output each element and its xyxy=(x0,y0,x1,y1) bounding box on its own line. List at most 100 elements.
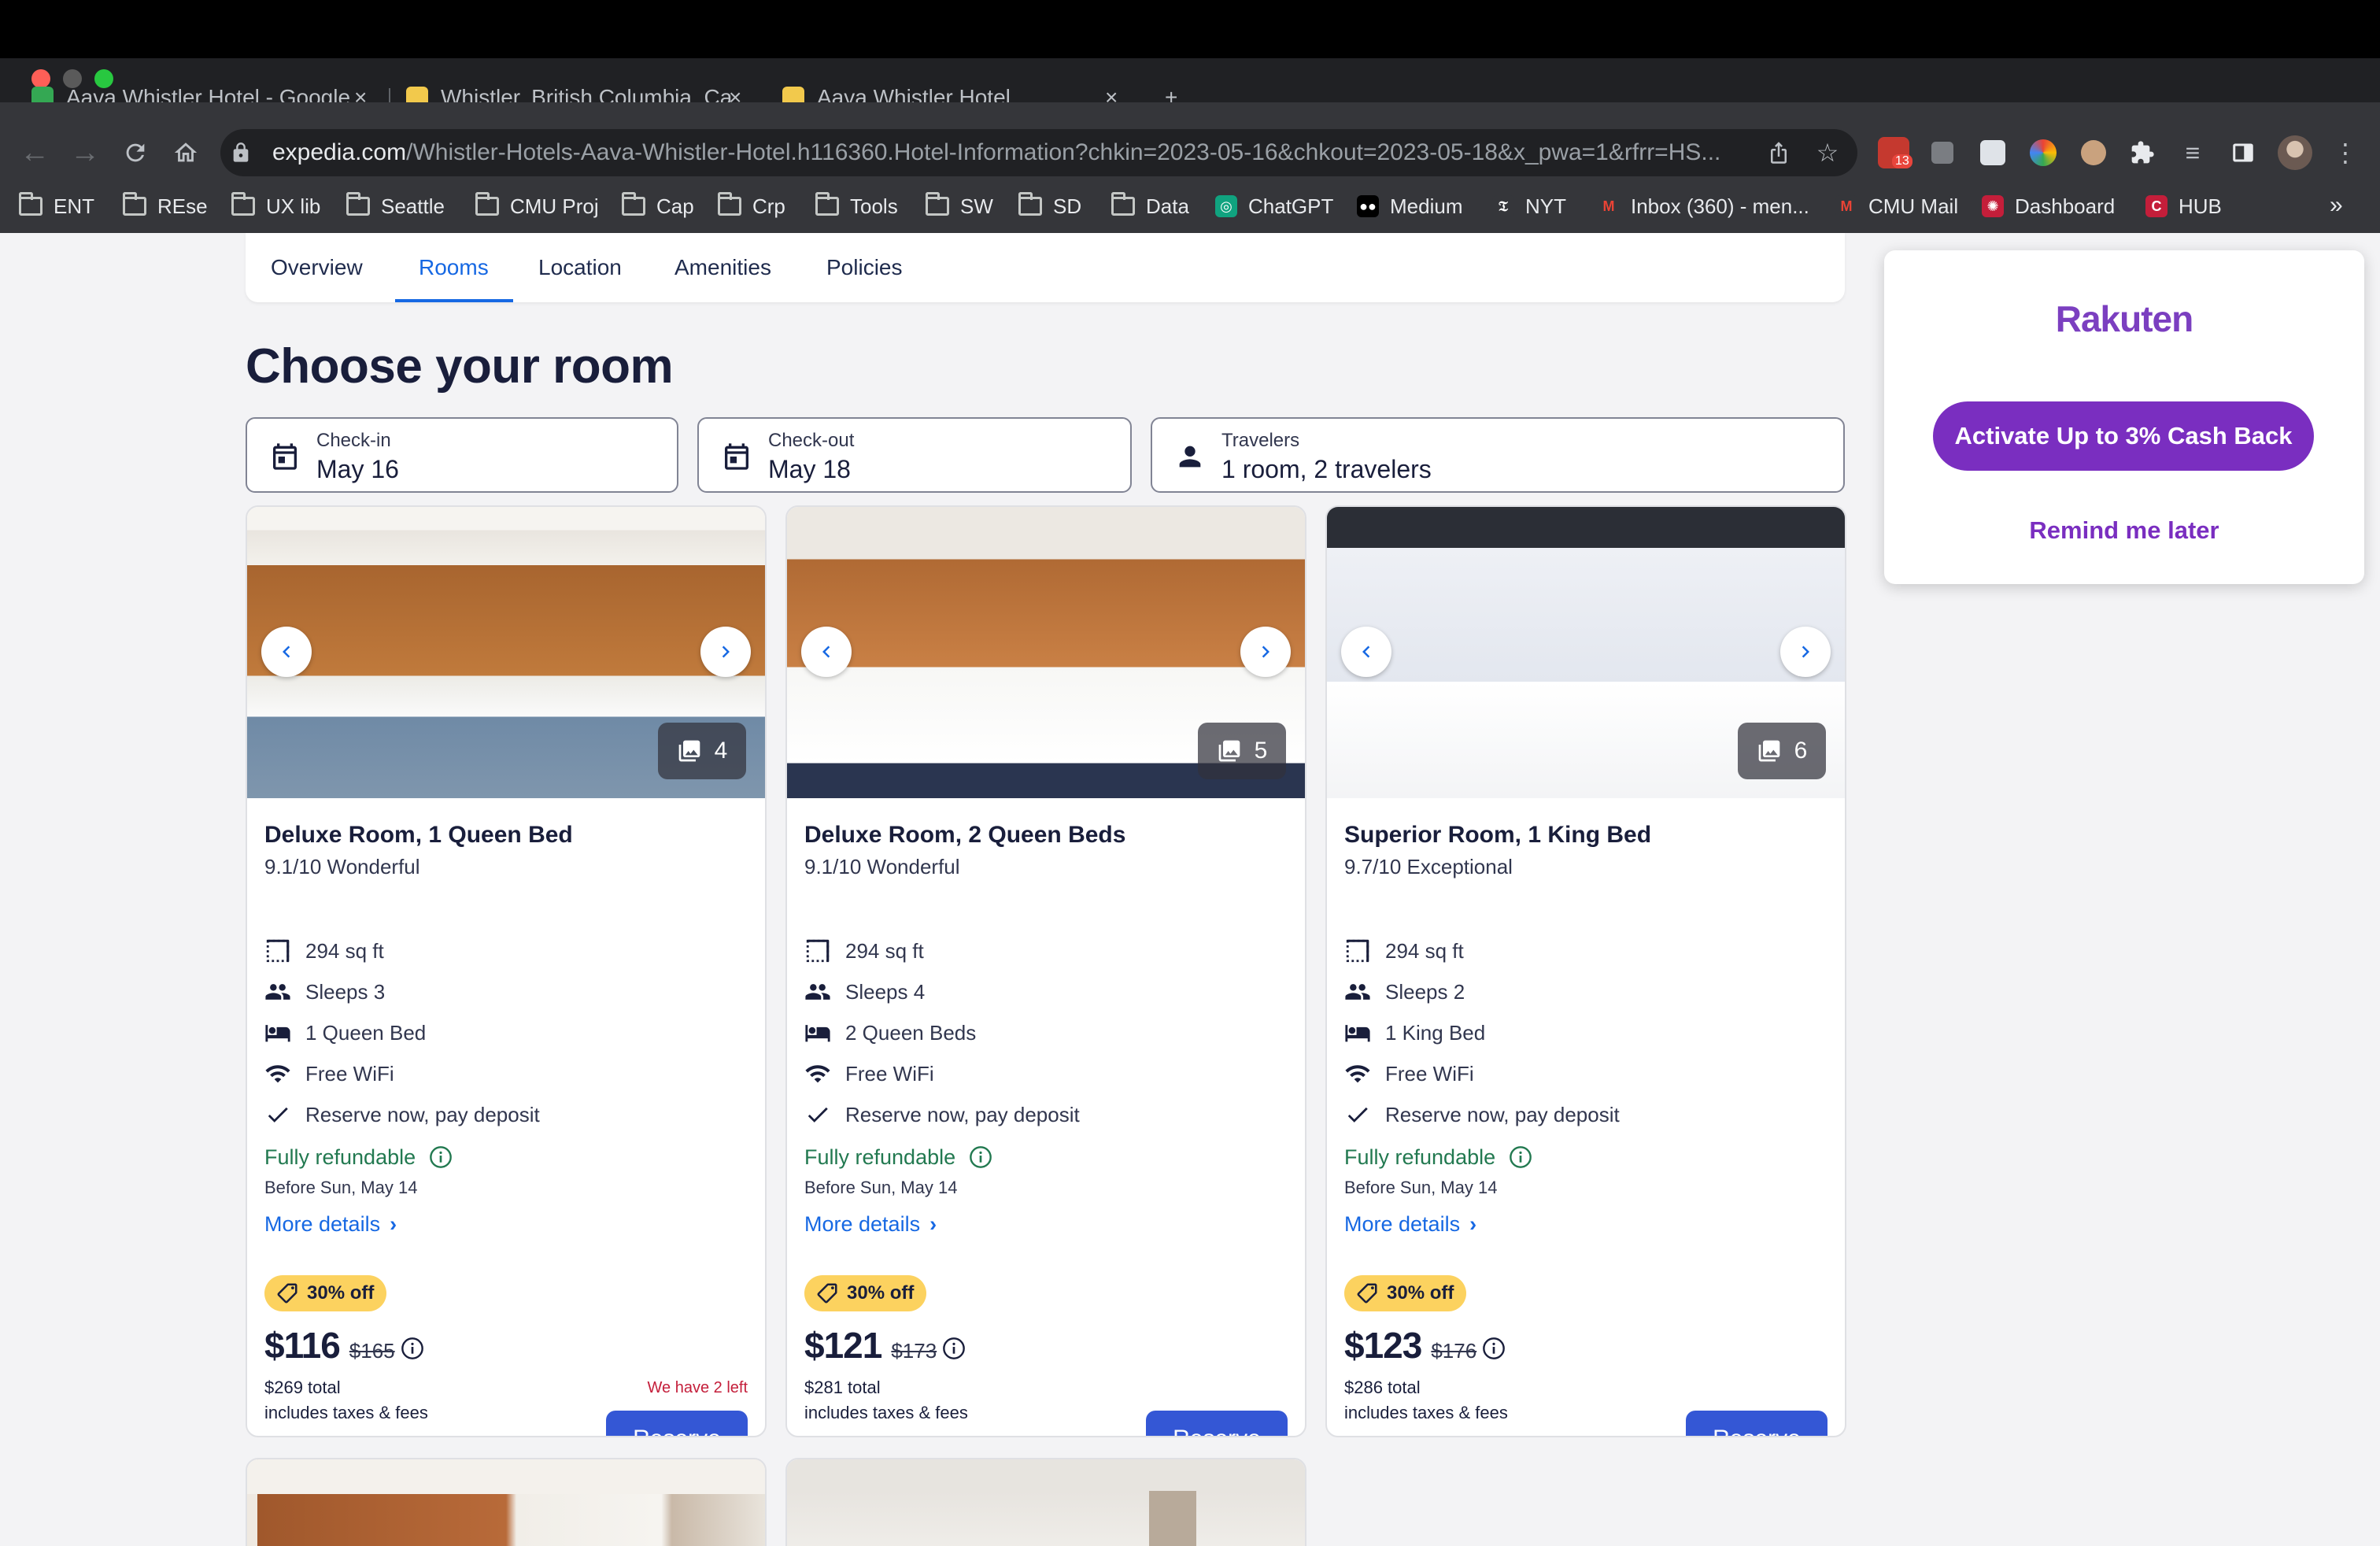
tab-location[interactable]: Location xyxy=(538,255,622,280)
tab-close-icon[interactable]: × xyxy=(354,87,367,102)
photo-prev-button[interactable] xyxy=(801,627,852,677)
photo-next-button[interactable] xyxy=(1240,627,1291,677)
bookmark-nyt[interactable]: 𝔗 NYT xyxy=(1492,190,1566,222)
bookmark-dashboard[interactable]: ✺ Dashboard xyxy=(1982,190,2115,222)
folder-icon xyxy=(622,192,645,216)
url-text[interactable]: expedia.com/Whistler-Hotels-Aava-Whistle… xyxy=(272,139,1720,167)
more-details-link[interactable]: More details › xyxy=(264,1212,397,1237)
bookmark-ent[interactable]: ENT xyxy=(19,190,94,222)
info-icon[interactable] xyxy=(400,1336,425,1361)
remind-me-later-link[interactable]: Remind me later xyxy=(1884,516,2364,545)
reload-button[interactable] xyxy=(118,135,153,170)
original-price: $176 xyxy=(1431,1339,1477,1363)
photo-prev-button[interactable] xyxy=(1341,627,1391,677)
tab-close-icon[interactable]: × xyxy=(1105,87,1118,102)
photo-prev-button[interactable] xyxy=(261,627,312,677)
chevron-left-icon xyxy=(283,645,290,658)
reading-list-icon[interactable]: ≡ xyxy=(2179,139,2207,167)
bookmark-cmu-proj[interactable]: CMU Proj xyxy=(475,190,599,222)
share-icon[interactable] xyxy=(1765,139,1793,167)
fees-note: includes taxes & fees xyxy=(804,1403,968,1422)
bookmarks-overflow-button[interactable]: » xyxy=(2330,192,2343,219)
browser-tab-aava-active[interactable]: Aava Whistler Hotel × xyxy=(782,87,1129,102)
photo-count-button[interactable]: 5 xyxy=(1198,723,1286,779)
extension-color-ring-icon[interactable] xyxy=(2030,139,2057,166)
room-card-partial[interactable] xyxy=(246,1458,767,1546)
bookmark-crp[interactable]: Crp xyxy=(718,190,785,222)
tab-rooms[interactable]: Rooms xyxy=(419,255,489,280)
room-rating: 9.1/10 Wonderful xyxy=(804,855,960,878)
reserve-button[interactable]: Reserve xyxy=(1686,1411,1828,1436)
window-close-button[interactable] xyxy=(31,69,50,88)
info-icon[interactable] xyxy=(941,1336,966,1361)
bookmark-sd[interactable]: SD xyxy=(1018,190,1081,222)
more-details-link[interactable]: More details › xyxy=(1344,1212,1476,1237)
photo-count-button[interactable]: 4 xyxy=(658,723,746,779)
reserve-button[interactable]: Reserve xyxy=(606,1411,748,1436)
bookmark-seattle[interactable]: Seattle xyxy=(346,190,445,222)
bookmark-label: ChatGPT xyxy=(1248,194,1334,218)
side-panel-icon[interactable] xyxy=(2229,139,2257,167)
room-photo-curtain xyxy=(1149,1491,1196,1546)
tab-close-icon[interactable]: × xyxy=(729,87,741,102)
tag-icon xyxy=(1357,1283,1377,1304)
forward-button[interactable]: → xyxy=(68,135,102,170)
bookmark-sw[interactable]: SW xyxy=(926,190,993,222)
profile-avatar[interactable] xyxy=(2278,135,2312,170)
info-icon[interactable] xyxy=(428,1145,453,1170)
back-button[interactable]: ← xyxy=(17,135,52,170)
new-tab-button[interactable]: + xyxy=(1165,87,1188,102)
reserve-button[interactable]: Reserve xyxy=(1146,1411,1288,1436)
info-icon[interactable] xyxy=(968,1145,993,1170)
folder-icon xyxy=(1111,192,1135,216)
photo-next-button[interactable] xyxy=(1780,627,1831,677)
room-card-partial[interactable] xyxy=(785,1458,1306,1546)
area-icon xyxy=(266,939,290,963)
price-row: $123 $176 xyxy=(1344,1324,1506,1371)
bookmark-cap[interactable]: Cap xyxy=(622,190,694,222)
bookmark-ux-lib[interactable]: UX lib xyxy=(231,190,320,222)
window-minimize-button[interactable] xyxy=(63,69,82,88)
browser-tab-google[interactable]: Aava Whistler Hotel - Google × xyxy=(31,87,378,102)
extension-grey-icon[interactable] xyxy=(1931,142,1953,164)
person-icon xyxy=(1179,446,1201,468)
photo-next-button[interactable] xyxy=(700,627,751,677)
extensions-puzzle-icon[interactable] xyxy=(2128,139,2156,167)
tab-overview[interactable]: Overview xyxy=(271,255,363,280)
lock-icon[interactable] xyxy=(230,142,252,164)
chevron-right-icon xyxy=(1262,645,1269,658)
info-icon[interactable] xyxy=(1508,1145,1533,1170)
extension-notebook-icon[interactable] xyxy=(1980,140,2005,165)
travelers-value: 1 room, 2 travelers xyxy=(1221,455,1432,483)
browser-tab-whistler[interactable]: Whistler, British Columbia, Ca × xyxy=(406,87,752,102)
checkin-field[interactable]: Check-in May 16 xyxy=(246,417,678,493)
tab-amenities[interactable]: Amenities xyxy=(674,255,771,280)
info-icon[interactable] xyxy=(1481,1336,1506,1361)
bookmark-medium[interactable]: ●● Medium xyxy=(1357,190,1462,222)
bookmark-data[interactable]: Data xyxy=(1111,190,1189,222)
bookmark-cmu-mail[interactable]: M CMU Mail xyxy=(1835,190,1958,222)
photo-count-button[interactable]: 6 xyxy=(1738,723,1826,779)
window-zoom-button[interactable] xyxy=(94,69,113,88)
checkmark-icon xyxy=(268,1107,288,1123)
bookmark-hub[interactable]: C HUB xyxy=(2145,190,2222,222)
activate-cash-back-button[interactable]: Activate Up to 3% Cash Back xyxy=(1933,401,2314,471)
more-details-link[interactable]: More details › xyxy=(804,1212,937,1237)
chevron-right-icon: › xyxy=(390,1212,397,1236)
room-deposit: Reserve now, pay deposit xyxy=(804,1100,1080,1129)
wifi-text: Free WiFi xyxy=(845,1061,934,1086)
bookmark-inbox-360-men[interactable]: M Inbox (360) - men... xyxy=(1598,190,1809,222)
menu-kebab-icon[interactable]: ⋮ xyxy=(2331,139,2360,167)
bookmark-rese[interactable]: REse xyxy=(123,190,208,222)
tab-policies[interactable]: Policies xyxy=(826,255,902,280)
nightly-price: $123 xyxy=(1344,1325,1422,1366)
bookmark-star-icon[interactable]: ☆ xyxy=(1813,139,1842,167)
bookmark-tools[interactable]: Tools xyxy=(815,190,898,222)
extension-badge: 13 xyxy=(1892,154,1913,168)
refund-deadline: Before Sun, May 14 xyxy=(264,1178,418,1197)
bookmark-chatgpt[interactable]: ◎ ChatGPT xyxy=(1215,190,1333,222)
travelers-field[interactable]: Travelers 1 room, 2 travelers xyxy=(1151,417,1845,493)
checkout-field[interactable]: Check-out May 18 xyxy=(697,417,1132,493)
home-button[interactable] xyxy=(168,135,203,170)
extension-glasses-icon[interactable] xyxy=(2081,140,2106,165)
